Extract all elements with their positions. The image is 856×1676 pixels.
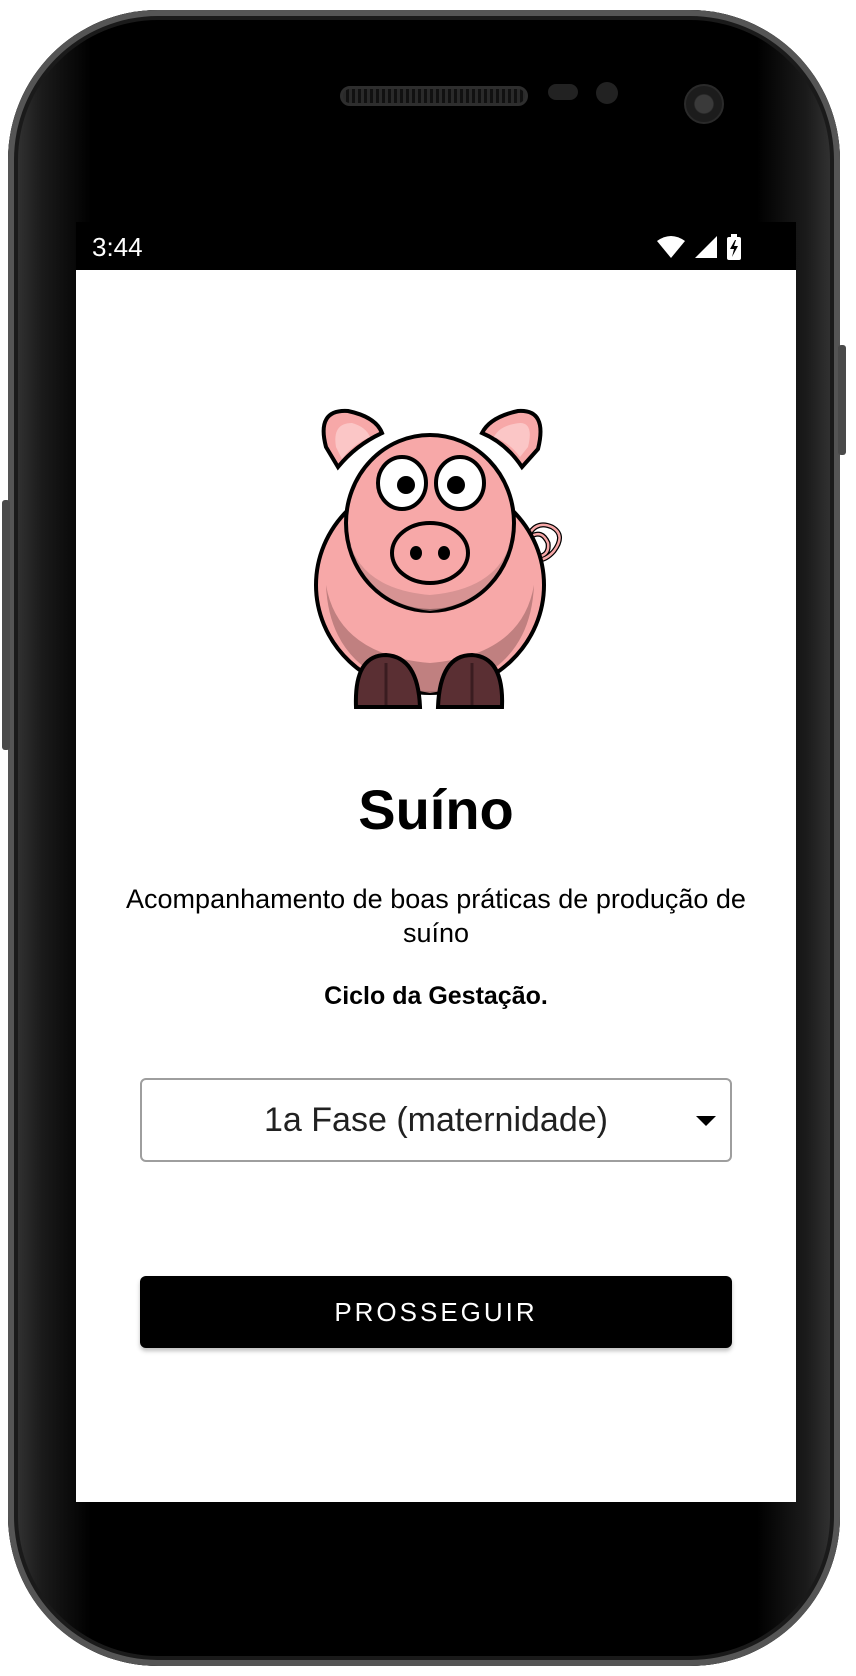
- battery-charging-icon: [727, 234, 741, 260]
- phase-select-value: 1a Fase (maternidade): [264, 1100, 608, 1139]
- page-title: Suíno: [358, 778, 514, 841]
- app-screen: 3:44 Suíno Acompanhamento de boas prátic…: [76, 222, 796, 1502]
- phase-select[interactable]: 1a Fase (maternidade): [140, 1078, 732, 1162]
- proceed-button[interactable]: PROSSEGUIR: [140, 1276, 732, 1348]
- status-time: 3:44: [92, 232, 143, 262]
- cycle-label: Ciclo da Gestação.: [324, 982, 548, 1010]
- dropdown-arrow-icon: [696, 1116, 716, 1126]
- volume-button: [2, 500, 10, 750]
- power-button: [838, 345, 846, 455]
- earpiece-speaker: [340, 86, 528, 106]
- status-bar: 3:44: [76, 222, 796, 270]
- cellular-signal-icon: [695, 236, 717, 258]
- pig-icon: [286, 407, 586, 717]
- phone-frame: 3:44 Suíno Acompanhamento de boas prátic…: [2, 10, 846, 1666]
- wifi-icon: [657, 236, 685, 258]
- front-camera: [684, 84, 724, 124]
- light-sensor: [596, 82, 618, 104]
- status-icons: [656, 234, 742, 260]
- page-subtitle: Acompanhamento de boas práticas de produ…: [126, 884, 746, 948]
- proximity-sensor: [548, 84, 578, 100]
